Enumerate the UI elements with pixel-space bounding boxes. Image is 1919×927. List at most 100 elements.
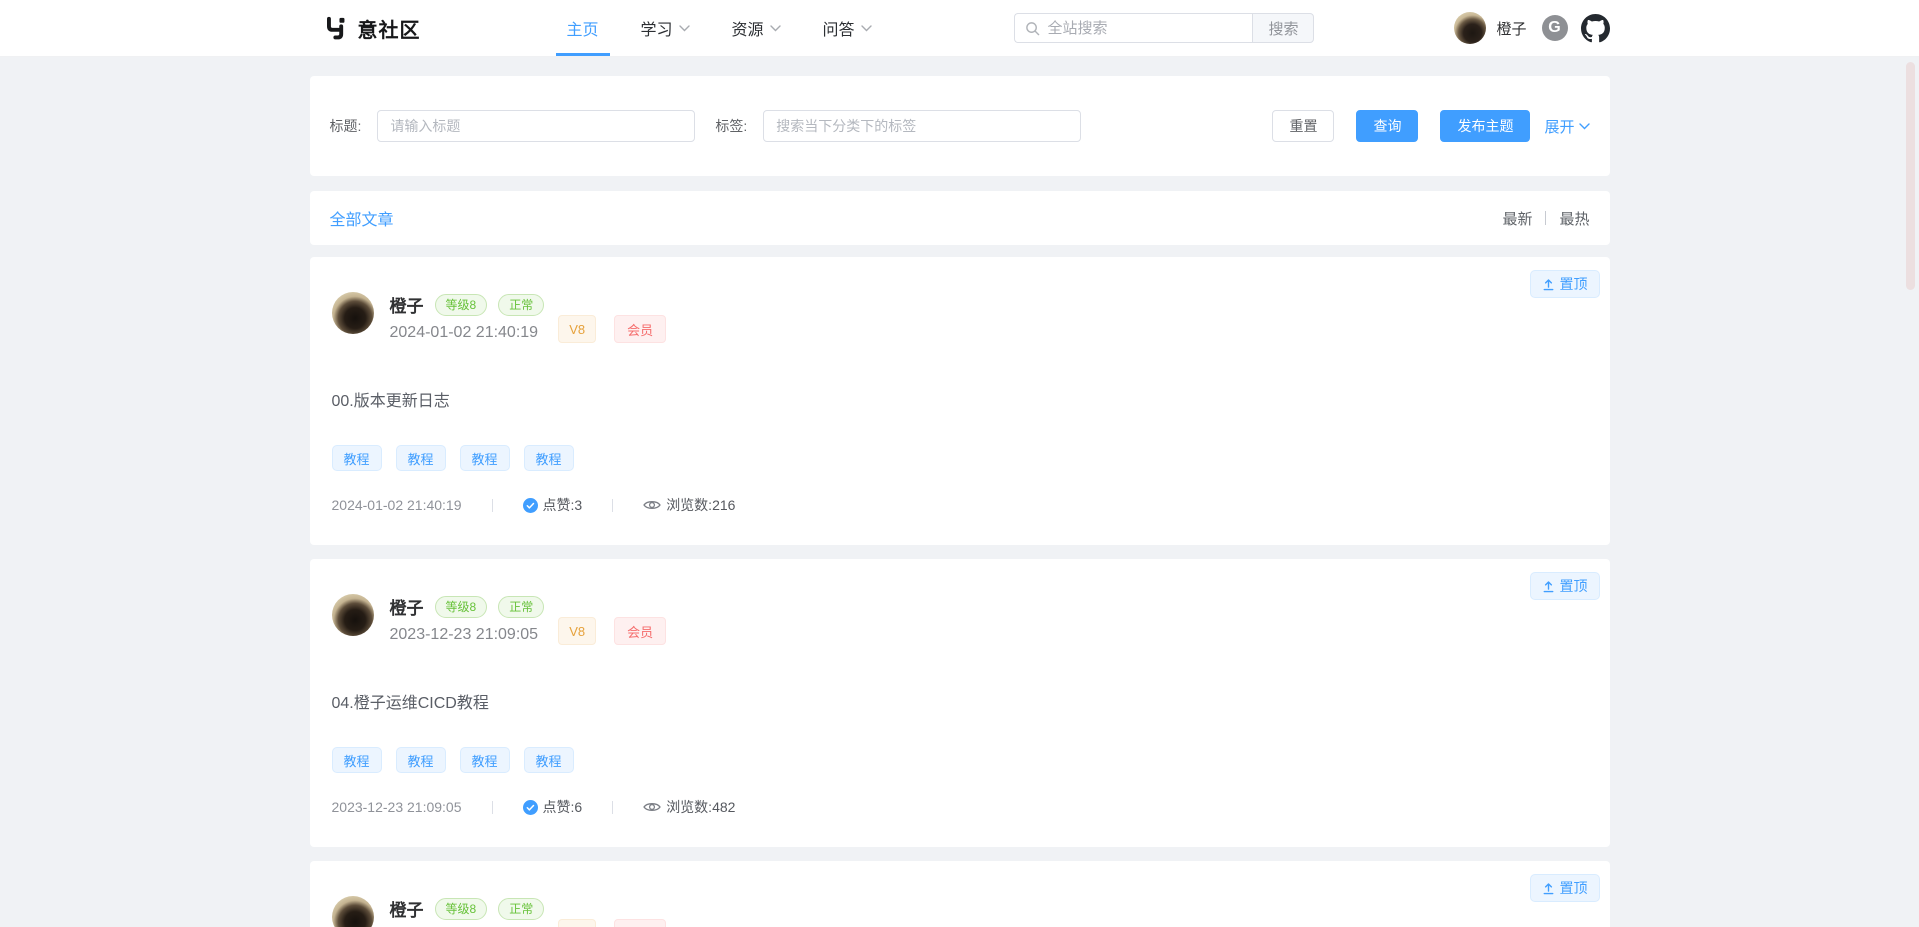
search-button[interactable]: 搜索 <box>1252 13 1314 43</box>
likes-stat: 点赞:3 <box>523 495 583 515</box>
chevron-down-icon <box>770 25 781 32</box>
post-header: 橙子 等级8 正常 2023-12-23 21:09:05 V8 会员 <box>332 594 1588 645</box>
post-card: 置顶 橙子 等级8 正常 2023-12-16 15:22:38 V8 会员 <box>310 861 1610 927</box>
pin-button[interactable]: 置顶 <box>1530 874 1600 902</box>
site-title: 意社区 <box>358 14 421 43</box>
footer-divider <box>492 801 493 814</box>
post-tags: 教程 教程 教程 教程 <box>332 445 1588 471</box>
likes-count: 点赞:3 <box>543 495 583 515</box>
chevron-down-icon <box>861 25 872 32</box>
query-button[interactable]: 查询 <box>1356 110 1418 142</box>
like-check-icon <box>523 498 538 513</box>
nav-item-label: 主页 <box>567 16 599 40</box>
pin-label: 置顶 <box>1560 274 1588 294</box>
expand-toggle[interactable]: 展开 <box>1544 116 1589 137</box>
pin-label: 置顶 <box>1560 878 1588 898</box>
chevron-down-icon <box>1579 123 1590 130</box>
post-title[interactable]: 00.版本更新日志 <box>332 387 1588 411</box>
post-card: 置顶 橙子 等级8 正常 2024-01-02 21:40:19 V8 会员 0… <box>310 257 1610 545</box>
post-footer: 2023-12-23 21:09:05 点赞:6 浏览数:482 <box>332 797 1588 817</box>
pin-top-icon <box>1542 882 1555 895</box>
pin-button[interactable]: 置顶 <box>1530 572 1600 600</box>
scrollbar-thumb[interactable] <box>1906 62 1915 290</box>
vip-badge: V8 <box>558 919 596 927</box>
like-check-icon <box>523 800 538 815</box>
avatar[interactable] <box>1454 12 1486 44</box>
chevron-down-icon <box>679 25 690 32</box>
post-tag[interactable]: 教程 <box>524 445 574 471</box>
nav-item-label: 资源 <box>732 16 764 40</box>
author-name[interactable]: 橙子 <box>390 292 424 317</box>
tag-filter-input[interactable] <box>763 110 1081 142</box>
sort-divider <box>1545 211 1546 225</box>
github-icon[interactable] <box>1581 14 1610 43</box>
avatar[interactable] <box>332 594 374 636</box>
footer-divider <box>612 499 613 512</box>
status-badge: 正常 <box>498 596 544 618</box>
search-input-wrap <box>1014 13 1252 43</box>
top-navbar: 意社区 主页 学习 资源 问答 <box>0 0 1919 57</box>
views-stat: 浏览数:216 <box>643 495 735 515</box>
post-tag[interactable]: 教程 <box>460 445 510 471</box>
author-name[interactable]: 橙子 <box>390 896 424 921</box>
post-datetime: 2023-12-23 21:09:05 <box>390 626 545 644</box>
post-tag[interactable]: 教程 <box>396 445 446 471</box>
views-count: 浏览数:216 <box>666 495 735 515</box>
pin-top-icon <box>1542 278 1555 291</box>
gitee-letter: G <box>1548 19 1560 37</box>
all-articles-link[interactable]: 全部文章 <box>330 206 394 230</box>
post-tag[interactable]: 教程 <box>524 747 574 773</box>
publish-topic-button[interactable]: 发布主题 <box>1440 110 1530 142</box>
avatar[interactable] <box>332 292 374 334</box>
eye-icon <box>643 499 661 511</box>
gitee-icon[interactable]: G <box>1542 15 1568 41</box>
status-badge: 正常 <box>498 898 544 920</box>
avatar[interactable] <box>332 896 374 927</box>
search-icon <box>1025 21 1040 36</box>
title-filter-input[interactable] <box>377 110 695 142</box>
post-card: 置顶 橙子 等级8 正常 2023-12-23 21:09:05 V8 会员 0… <box>310 559 1610 847</box>
post-title[interactable]: 04.橙子运维CICD教程 <box>332 689 1588 713</box>
filter-bar: 标题: 标签: 重置 查询 发布主题 展开 <box>310 76 1610 176</box>
nav-item-qa[interactable]: 问答 <box>823 0 872 56</box>
pin-button[interactable]: 置顶 <box>1530 270 1600 298</box>
sort-controls: 最新 最热 <box>1502 208 1589 229</box>
post-tags: 教程 教程 教程 教程 <box>332 747 1588 773</box>
site-logo[interactable]: 意社区 <box>323 14 421 43</box>
post-tag[interactable]: 教程 <box>332 445 382 471</box>
member-badge: 会员 <box>614 919 666 927</box>
reset-button[interactable]: 重置 <box>1272 110 1334 142</box>
footer-divider <box>612 801 613 814</box>
likes-stat: 点赞:6 <box>523 797 583 817</box>
eye-icon <box>643 801 661 813</box>
sort-newest[interactable]: 最新 <box>1502 208 1532 229</box>
nav-item-resources[interactable]: 资源 <box>732 0 781 56</box>
nav-item-learn[interactable]: 学习 <box>641 0 690 56</box>
likes-count: 点赞:6 <box>543 797 583 817</box>
post-header: 橙子 等级8 正常 2024-01-02 21:40:19 V8 会员 <box>332 292 1588 343</box>
post-tag[interactable]: 教程 <box>396 747 446 773</box>
sort-hottest[interactable]: 最热 <box>1559 208 1589 229</box>
post-datetime: 2024-01-02 21:40:19 <box>390 324 545 342</box>
pin-label: 置顶 <box>1560 576 1588 596</box>
username[interactable]: 橙子 <box>1496 18 1526 39</box>
post-tag[interactable]: 教程 <box>332 747 382 773</box>
tag-filter-label: 标签: <box>715 116 747 136</box>
level-badge: 等级8 <box>435 898 488 920</box>
search-input[interactable] <box>1047 20 1242 37</box>
expand-label: 展开 <box>1544 116 1574 137</box>
level-badge: 等级8 <box>435 294 488 316</box>
nav-item-home[interactable]: 主页 <box>567 0 599 56</box>
nav-item-label: 问答 <box>823 16 855 40</box>
footer-divider <box>492 499 493 512</box>
author-name[interactable]: 橙子 <box>390 594 424 619</box>
title-filter-label: 标题: <box>330 116 362 136</box>
member-badge: 会员 <box>614 617 666 645</box>
post-tag[interactable]: 教程 <box>460 747 510 773</box>
status-badge: 正常 <box>498 294 544 316</box>
views-stat: 浏览数:482 <box>643 797 735 817</box>
footer-time: 2024-01-02 21:40:19 <box>332 497 462 513</box>
post-footer: 2024-01-02 21:40:19 点赞:3 浏览数:216 <box>332 495 1588 515</box>
post-header: 橙子 等级8 正常 2023-12-16 15:22:38 V8 会员 <box>332 896 1588 927</box>
footer-time: 2023-12-23 21:09:05 <box>332 799 462 815</box>
